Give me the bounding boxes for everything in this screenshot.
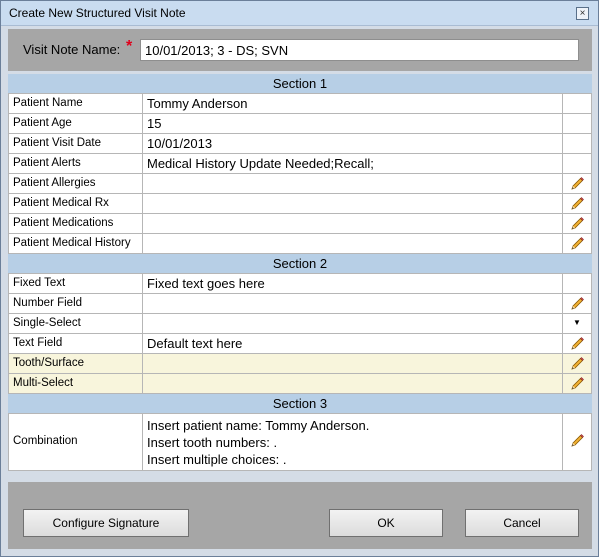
field-value[interactable] — [143, 374, 562, 393]
field-row: Patient Medications — [8, 214, 592, 234]
field-row: Patient Medical Rx — [8, 194, 592, 214]
field-row: Fixed Text Fixed text goes here — [8, 274, 592, 294]
field-row: Text Field Default text here — [8, 334, 592, 354]
dropdown-arrow-icon[interactable]: ▼ — [573, 314, 581, 332]
field-label: Patient Medical History — [8, 234, 143, 253]
field-action-cell[interactable] — [562, 374, 592, 393]
field-row: Combination Insert patient name: Tommy An… — [8, 414, 592, 471]
close-icon[interactable]: × — [576, 7, 589, 20]
field-label: Fixed Text — [8, 274, 143, 293]
cancel-button[interactable]: Cancel — [465, 509, 579, 537]
field-action-cell[interactable] — [562, 194, 592, 213]
field-label: Patient Allergies — [8, 174, 143, 193]
field-value[interactable] — [143, 214, 562, 233]
field-label: Patient Alerts — [8, 154, 143, 173]
field-action-cell — [562, 134, 592, 153]
field-action-cell[interactable]: ▼ — [562, 314, 592, 333]
field-value[interactable] — [143, 354, 562, 373]
note-grid: Section 1 Patient Name Tommy Anderson Patie… — [8, 74, 592, 471]
field-value[interactable]: Insert patient name: Tommy Anderson. Inse… — [143, 414, 562, 470]
pencil-icon[interactable] — [569, 237, 585, 255]
field-action-cell — [562, 114, 592, 133]
field-value[interactable]: 10/01/2013 — [143, 134, 562, 153]
field-row: Patient Allergies — [8, 174, 592, 194]
field-value[interactable]: 15 — [143, 114, 562, 133]
section-header: Section 2 — [8, 254, 592, 274]
field-action-cell[interactable] — [562, 354, 592, 373]
field-row: Tooth/Surface — [8, 354, 592, 374]
field-action-cell[interactable] — [562, 214, 592, 233]
pencil-icon[interactable] — [569, 177, 585, 195]
field-value[interactable] — [143, 314, 562, 333]
field-value[interactable]: Default text here — [143, 334, 562, 353]
field-action-cell[interactable] — [562, 414, 592, 470]
pencil-icon[interactable] — [569, 377, 585, 395]
field-label: Combination — [8, 414, 143, 470]
field-row: Patient Name Tommy Anderson — [8, 94, 592, 114]
pencil-icon[interactable] — [569, 297, 585, 315]
field-action-cell[interactable] — [562, 234, 592, 253]
field-row: Patient Age 15 — [8, 114, 592, 134]
section-header: Section 3 — [8, 394, 592, 414]
window-title: Create New Structured Visit Note — [9, 6, 186, 20]
field-value[interactable] — [143, 194, 562, 213]
pencil-icon[interactable] — [569, 337, 585, 355]
field-value[interactable]: Medical History Update Needed;Recall; — [143, 154, 562, 173]
field-action-cell[interactable] — [562, 334, 592, 353]
configure-signature-button[interactable]: Configure Signature — [23, 509, 189, 537]
button-bar: Configure Signature OK Cancel — [8, 482, 592, 549]
required-marker: * — [126, 38, 133, 55]
pencil-icon[interactable] — [569, 434, 585, 452]
field-value-line: Insert tooth numbers: . — [147, 435, 278, 450]
field-value-line: Insert multiple choices: . — [147, 452, 287, 467]
field-label: Text Field — [8, 334, 143, 353]
field-action-cell[interactable] — [562, 294, 592, 313]
field-row: Multi-Select — [8, 374, 592, 394]
visit-note-name-row: Visit Note Name: * — [8, 29, 592, 71]
section-header: Section 1 — [8, 74, 592, 94]
field-label: Patient Medications — [8, 214, 143, 233]
field-value[interactable] — [143, 174, 562, 193]
field-action-cell — [562, 154, 592, 173]
field-row: Number Field — [8, 294, 592, 314]
pencil-icon[interactable] — [569, 217, 585, 235]
field-label: Number Field — [8, 294, 143, 313]
field-row: Patient Visit Date 10/01/2013 — [8, 134, 592, 154]
field-row: Patient Alerts Medical History Update Nee… — [8, 154, 592, 174]
field-row: Single-Select ▼ — [8, 314, 592, 334]
field-label: Multi-Select — [8, 374, 143, 393]
field-label: Patient Medical Rx — [8, 194, 143, 213]
field-label: Patient Visit Date — [8, 134, 143, 153]
field-value[interactable] — [143, 234, 562, 253]
title-bar: Create New Structured Visit Note × — [1, 1, 598, 26]
field-row: Patient Medical History — [8, 234, 592, 254]
field-value[interactable]: Tommy Anderson — [143, 94, 562, 113]
field-value[interactable] — [143, 294, 562, 313]
field-value[interactable]: Fixed text goes here — [143, 274, 562, 293]
field-value-line: Insert patient name: Tommy Anderson. — [147, 418, 370, 433]
field-label: Patient Name — [8, 94, 143, 113]
dialog-window: Create New Structured Visit Note × Visit… — [0, 0, 599, 557]
ok-button[interactable]: OK — [329, 509, 443, 537]
pencil-icon[interactable] — [569, 357, 585, 375]
field-action-cell — [562, 274, 592, 293]
pencil-icon[interactable] — [569, 197, 585, 215]
field-label: Patient Age — [8, 114, 143, 133]
field-label: Single-Select — [8, 314, 143, 333]
field-action-cell — [562, 94, 592, 113]
field-action-cell[interactable] — [562, 174, 592, 193]
visit-note-name-label: Visit Note Name: — [23, 42, 121, 57]
field-label: Tooth/Surface — [8, 354, 143, 373]
visit-note-name-input[interactable] — [140, 39, 579, 61]
